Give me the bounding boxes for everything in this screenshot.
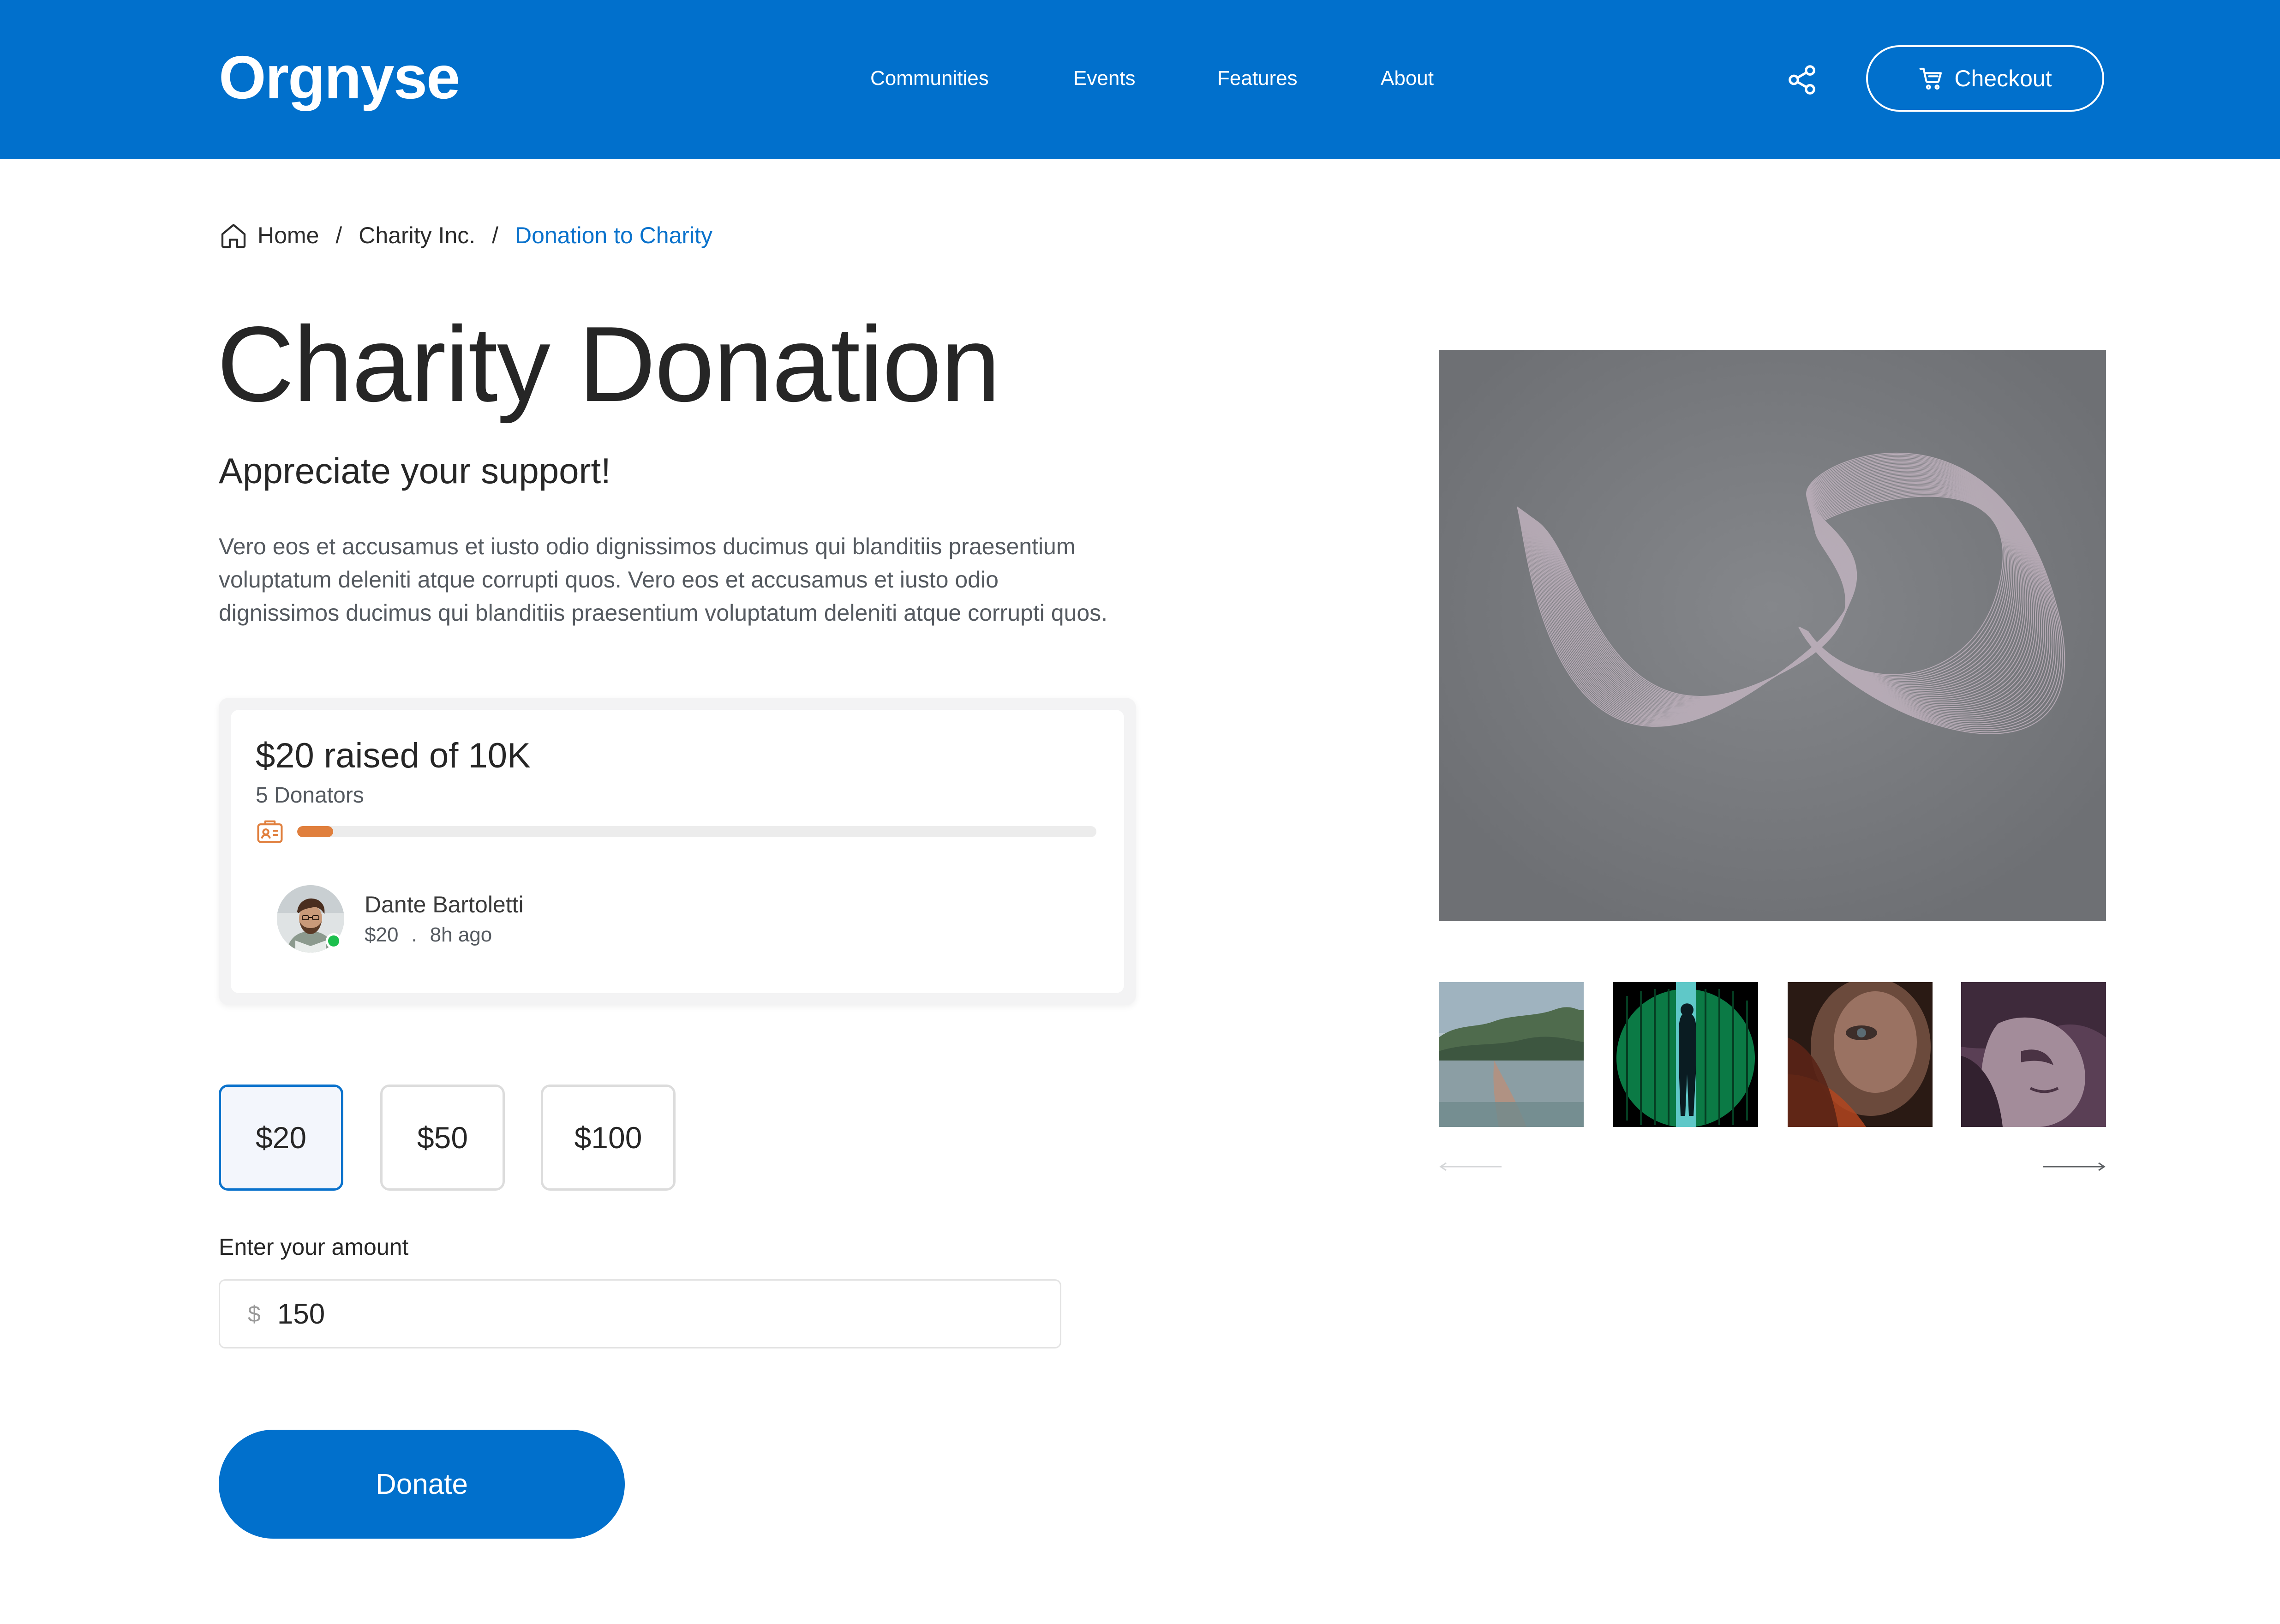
thumbnail-face-portrait[interactable] xyxy=(1788,982,1933,1127)
breadcrumb-home[interactable]: Home xyxy=(257,222,319,249)
breadcrumb-charity-inc[interactable]: Charity Inc. xyxy=(359,222,475,249)
breadcrumb: Home / Charity Inc. / Donation to Charit… xyxy=(219,219,712,252)
breadcrumb-separator: / xyxy=(492,222,499,248)
page-title: Charity Donation xyxy=(217,305,1000,424)
page-subtitle: Appreciate your support! xyxy=(219,450,611,491)
donation-progress-fill xyxy=(297,826,333,837)
next-arrow-icon[interactable] xyxy=(2041,1161,2106,1172)
amount-input[interactable]: $ 150 xyxy=(219,1279,1061,1348)
thumbnail-green-silhouette[interactable] xyxy=(1613,982,1758,1127)
nav-item-features[interactable]: Features xyxy=(1217,65,1298,92)
breadcrumb-separator: / xyxy=(335,222,342,248)
top-navbar: Orgnyse Communities Events Features Abou… xyxy=(0,0,2280,159)
badge-icon xyxy=(257,820,283,843)
page-description: Vero eos et accusamus et iusto odio dign… xyxy=(219,533,1108,626)
currency-symbol: $ xyxy=(248,1301,261,1327)
main-gallery-image xyxy=(1439,350,2106,921)
checkout-button[interactable]: Checkout xyxy=(1866,45,2104,112)
amount-option-100[interactable]: $100 xyxy=(541,1085,676,1191)
nav-item-communities[interactable]: Communities xyxy=(870,65,989,92)
raised-amount: $20 raised of 10K xyxy=(256,736,531,775)
nav-item-about[interactable]: About xyxy=(1381,65,1434,92)
cart-icon xyxy=(1919,67,1942,90)
donation-progress-bar xyxy=(297,826,1096,837)
home-icon[interactable] xyxy=(219,221,248,250)
donators-count: 5 Donators xyxy=(256,783,364,808)
checkout-label: Checkout xyxy=(1954,66,2052,91)
donor-meta: $20 . 8h ago xyxy=(365,921,492,949)
donor-name: Dante Bartoletti xyxy=(365,892,524,917)
previous-arrow-icon[interactable] xyxy=(1439,1161,1503,1172)
amount-input-value[interactable]: 150 xyxy=(277,1298,325,1330)
share-icon[interactable] xyxy=(1786,64,1818,96)
donate-button[interactable]: Donate xyxy=(219,1430,625,1539)
thumbnail-watercolor-river[interactable] xyxy=(1439,982,1584,1127)
brand-logo[interactable]: Orgnyse xyxy=(219,41,461,114)
thumbnail-purple-portrait[interactable] xyxy=(1961,982,2106,1127)
donor-meta-separator: . xyxy=(411,923,417,946)
online-status-indicator xyxy=(326,933,341,949)
amount-option-50[interactable]: $50 xyxy=(380,1085,505,1191)
donor-amount: $20 xyxy=(365,923,399,946)
amount-field-label: Enter your amount xyxy=(219,1234,409,1260)
nav-item-events[interactable]: Events xyxy=(1073,65,1136,92)
amount-option-20[interactable]: $20 xyxy=(219,1085,343,1191)
donor-time: 8h ago xyxy=(430,923,492,946)
breadcrumb-current: Donation to Charity xyxy=(515,222,713,248)
